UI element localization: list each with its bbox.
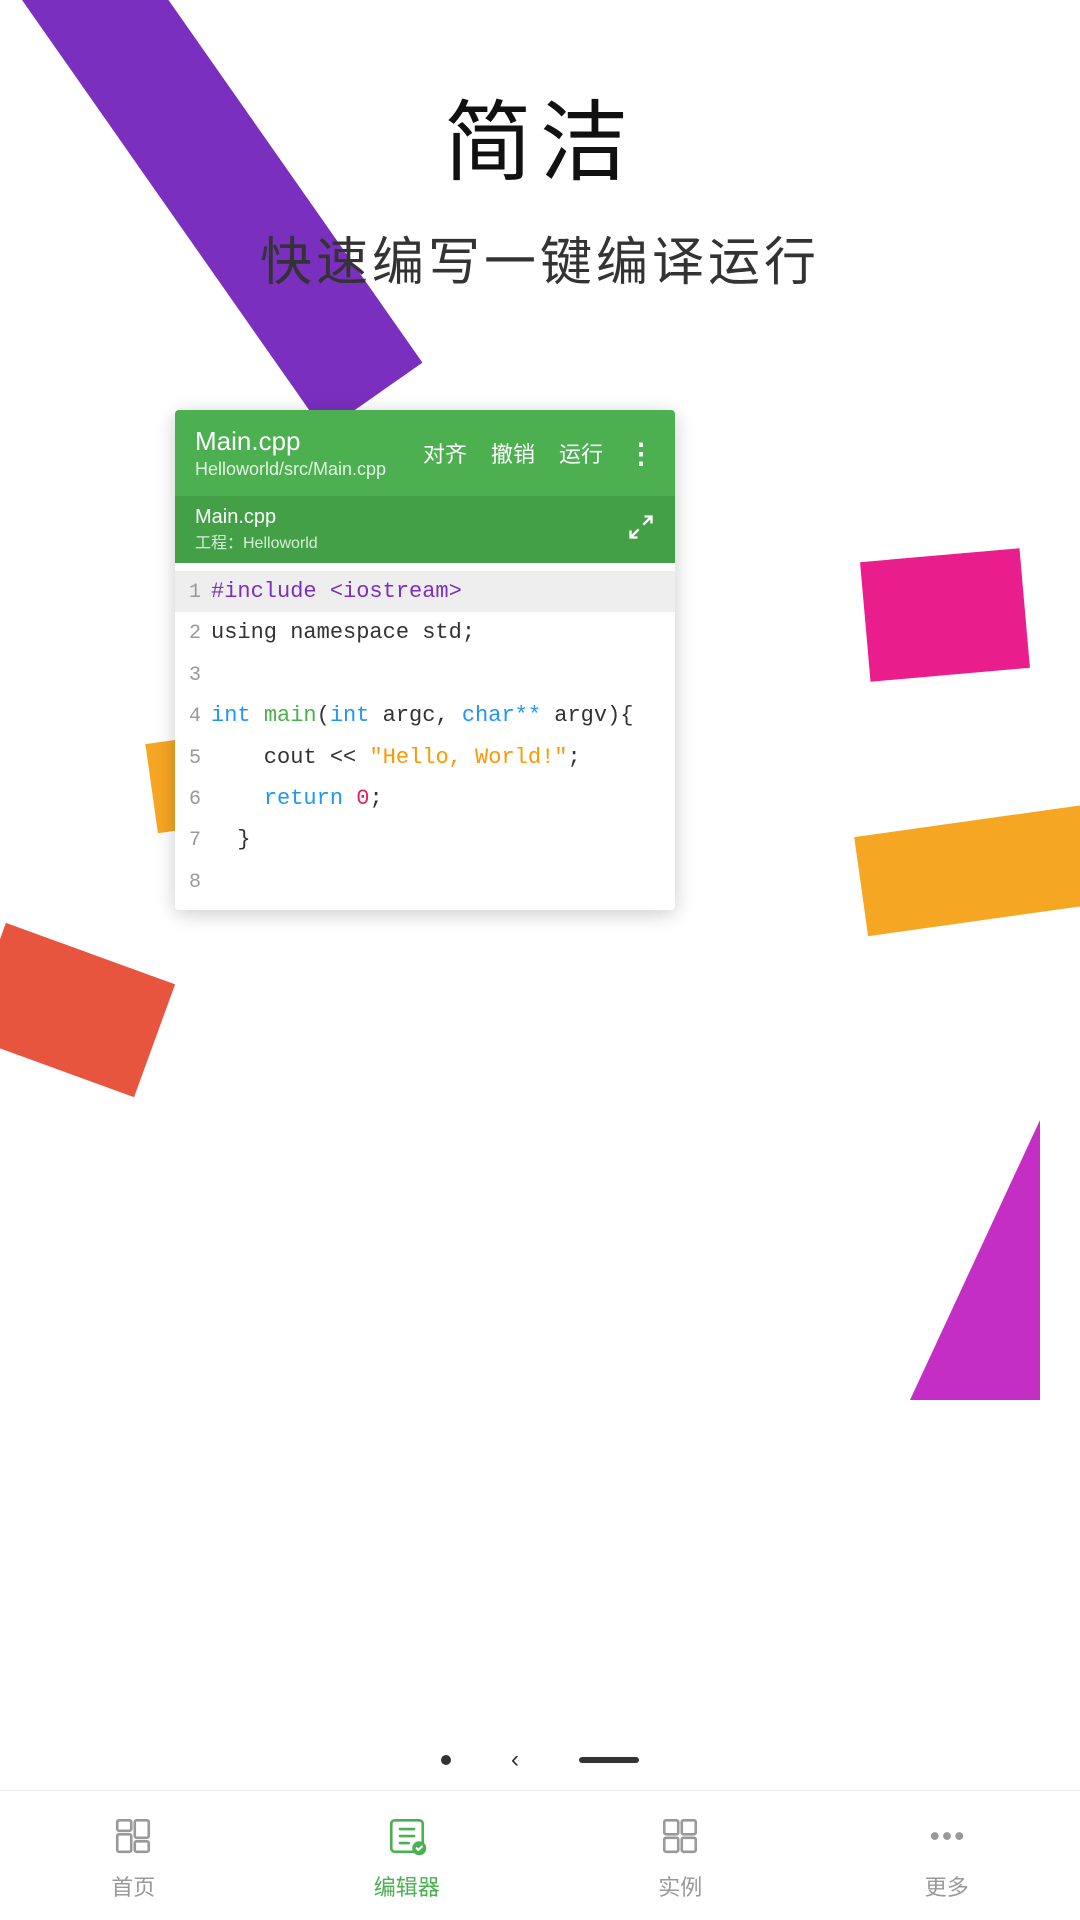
- page-subtitle: 快速编写一键编译运行: [0, 220, 1080, 295]
- more-menu-button[interactable]: ⋮: [627, 437, 655, 470]
- nav-more[interactable]: 更多: [921, 1810, 973, 1902]
- expand-icon[interactable]: [627, 513, 655, 547]
- tab-project: 工程：Helloworld: [195, 529, 318, 553]
- editor-file-info: Main.cpp Helloworld/src/Main.cpp: [195, 426, 423, 480]
- editor-tab-bar: Main.cpp 工程：Helloworld: [175, 496, 675, 563]
- sys-back-button[interactable]: ‹: [511, 1746, 519, 1774]
- code-line-5: 5 cout << "Hello, World!";: [175, 737, 675, 778]
- editor-icon: [381, 1810, 433, 1862]
- nav-more-label: 更多: [925, 1870, 969, 1902]
- sys-dot: [441, 1755, 451, 1765]
- more-icon: [921, 1810, 973, 1862]
- code-editor[interactable]: 1 #include <iostream> 2 using namespace …: [175, 563, 675, 910]
- deco-pink-rect: [860, 548, 1030, 681]
- run-button[interactable]: 运行: [559, 437, 603, 469]
- nav-examples[interactable]: 实例: [654, 1810, 706, 1902]
- nav-home[interactable]: 首页: [107, 1810, 159, 1902]
- code-line-3: 3: [175, 654, 675, 695]
- nav-editor-label: 编辑器: [374, 1870, 440, 1902]
- editor-toolbar-actions: 对齐 撤销 运行 ⋮: [423, 437, 655, 470]
- deco-orange-rect-right: [854, 804, 1080, 936]
- editor-filename: Main.cpp: [195, 426, 423, 457]
- tab-filename: Main.cpp: [195, 506, 318, 529]
- undo-button[interactable]: 撤销: [491, 437, 535, 469]
- sys-home-button[interactable]: [579, 1757, 639, 1763]
- nav-examples-label: 实例: [658, 1870, 702, 1902]
- tab-info: Main.cpp 工程：Helloworld: [195, 506, 318, 553]
- code-line-7: 7 }: [175, 819, 675, 860]
- code-line-4: 4 int main(int argc, char** argv){: [175, 695, 675, 736]
- code-line-1: 1 #include <iostream>: [175, 571, 675, 612]
- editor-toolbar: Main.cpp Helloworld/src/Main.cpp 对齐 撤销 运…: [175, 410, 675, 496]
- code-line-8: 8: [175, 861, 675, 902]
- align-button[interactable]: 对齐: [423, 437, 467, 469]
- system-nav: ‹: [0, 1730, 1080, 1790]
- page-title: 简洁: [0, 90, 1080, 196]
- deco-red-rect: [0, 923, 175, 1097]
- examples-icon: [654, 1810, 706, 1862]
- code-line-2: 2 using namespace std;: [175, 612, 675, 653]
- nav-home-label: 首页: [111, 1870, 155, 1902]
- editor-card: Main.cpp Helloworld/src/Main.cpp 对齐 撤销 运…: [175, 410, 675, 910]
- bottom-nav: 首页 编辑器 实例: [0, 1790, 1080, 1920]
- header: 简洁 快速编写一键编译运行: [0, 0, 1080, 295]
- home-icon: [107, 1810, 159, 1862]
- editor-filepath: Helloworld/src/Main.cpp: [195, 459, 423, 480]
- nav-editor[interactable]: 编辑器: [374, 1810, 440, 1902]
- deco-magenta-triangle: [910, 1120, 1040, 1400]
- code-line-6: 6 return 0;: [175, 778, 675, 819]
